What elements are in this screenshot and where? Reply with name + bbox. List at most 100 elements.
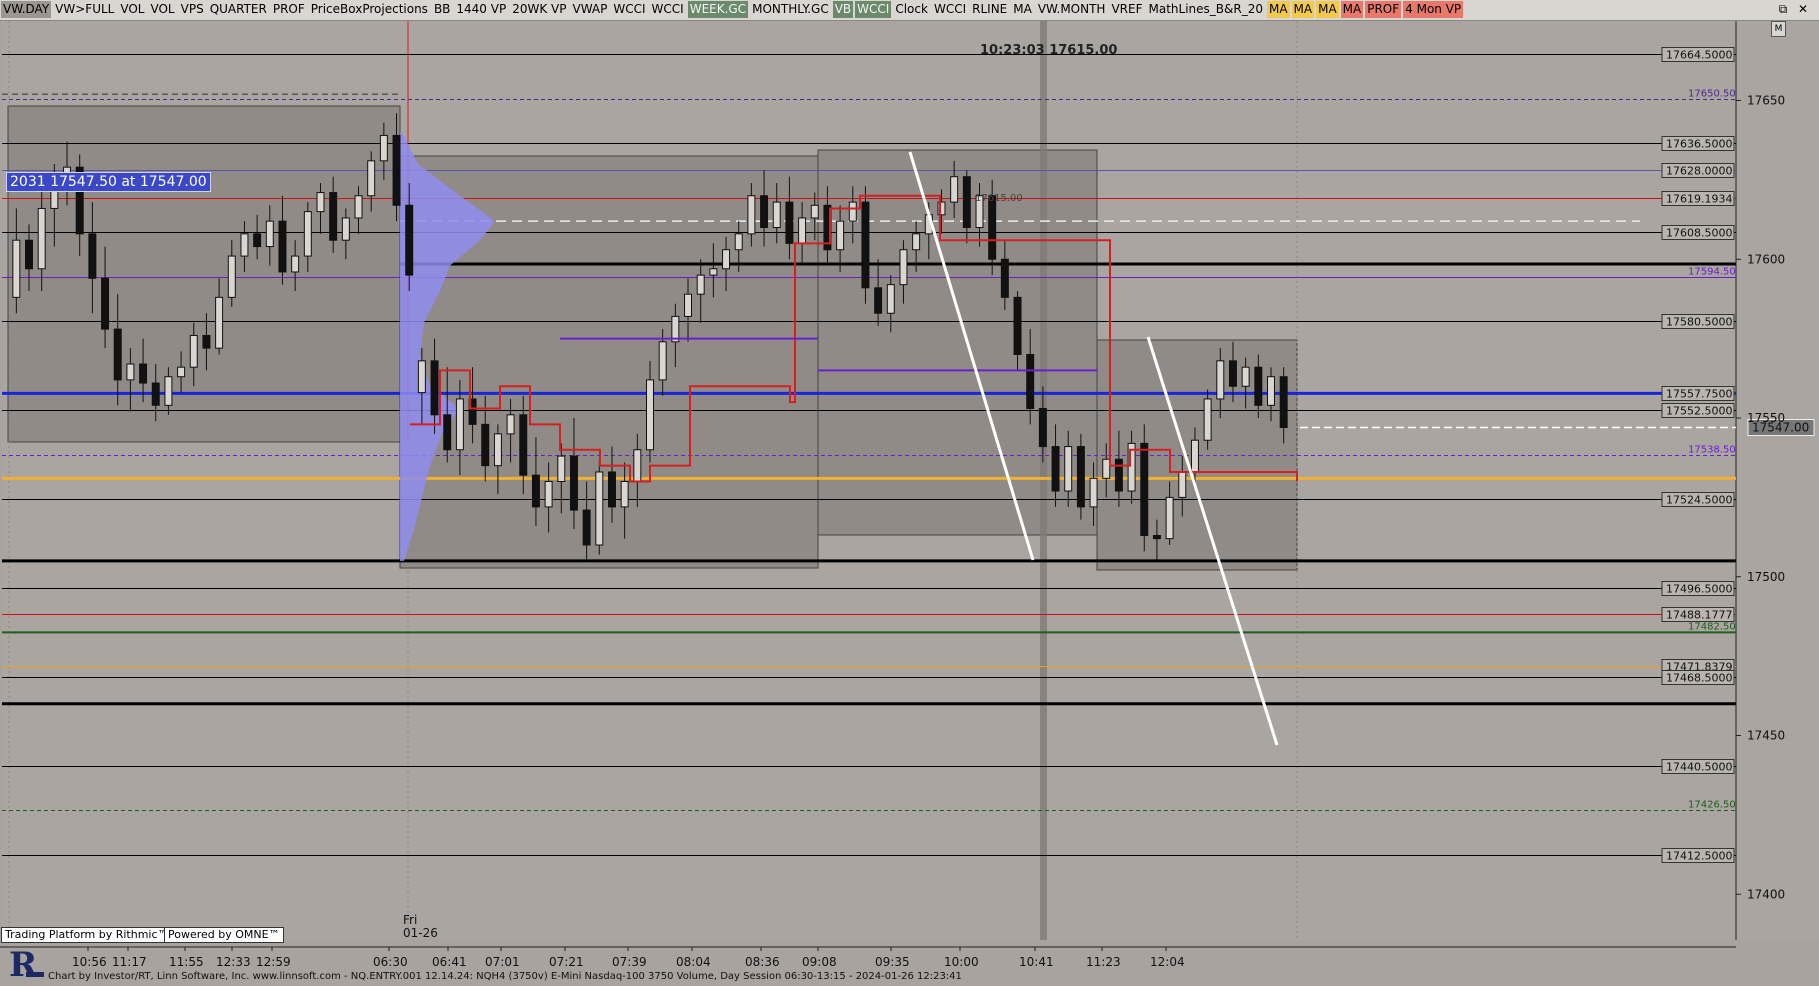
toolbar-button-14[interactable]: WEEK.GC xyxy=(687,1,749,18)
candle-body-69 xyxy=(886,284,895,314)
candle-body-49 xyxy=(633,449,642,482)
toolbar-button-24[interactable]: MathLines_B&R_20 xyxy=(1146,1,1264,18)
toolbar-button-30[interactable]: 4 Mon VP xyxy=(1403,1,1464,18)
candle-body-14 xyxy=(189,334,198,368)
x-tick-label-3: 12:33 xyxy=(216,955,251,969)
level-label-19: 17412.5000 xyxy=(1666,850,1732,863)
candle-body-26 xyxy=(341,217,350,241)
window-buttons: ⧉ ✕ xyxy=(1773,1,1813,18)
candle-body-89 xyxy=(1140,442,1149,536)
candle-body-42 xyxy=(544,481,553,508)
level-label-14: 17482.50 xyxy=(1688,622,1736,633)
candle-body-0 xyxy=(12,239,21,298)
x-tick-label-17: 12:04 xyxy=(1150,955,1185,969)
candle-body-85 xyxy=(1089,477,1098,508)
level-label-5: 17608.5000 xyxy=(1666,227,1732,240)
toolbar-button-4[interactable]: VPS xyxy=(179,1,206,18)
toolbar-button-11[interactable]: VWAP xyxy=(570,1,609,18)
toolbar-button-22[interactable]: VW.MONTH xyxy=(1036,1,1108,18)
restore-icon[interactable]: ⧉ xyxy=(1773,1,1793,18)
toolbar-button-10[interactable]: 20WK VP xyxy=(510,1,568,18)
session-date: 01-26 xyxy=(403,926,438,940)
candle-body-15 xyxy=(202,334,211,349)
price-chart[interactable]: 17615.00 17547.0017650176001755017500174… xyxy=(0,0,1819,985)
toolbar-button-25[interactable]: MA xyxy=(1266,1,1290,18)
toolbar-button-13[interactable]: WCCI xyxy=(650,1,686,18)
candle-body-21 xyxy=(278,220,287,273)
toolbar-button-15[interactable]: MONTHLY.GC xyxy=(750,1,831,18)
toolbar-button-29[interactable]: PROF xyxy=(1365,1,1402,18)
x-tick-label-14: 10:00 xyxy=(944,955,979,969)
toolbar-button-16[interactable]: VB xyxy=(832,1,854,18)
candle-body-16 xyxy=(215,296,224,349)
candle-89 xyxy=(1140,424,1149,552)
x-tick-label-16: 11:23 xyxy=(1086,955,1121,969)
candle-body-12 xyxy=(164,376,173,406)
m-button[interactable]: M xyxy=(1771,21,1786,37)
candle-body-7 xyxy=(101,277,110,330)
toolbar-button-23[interactable]: VREF xyxy=(1109,1,1144,18)
candle-body-66 xyxy=(848,201,857,222)
toolbar-button-18[interactable]: Clock xyxy=(893,1,930,18)
trade-price-tag: 2031 17547.50 at 17547.00 xyxy=(6,172,211,192)
toolbar-button-27[interactable]: MA xyxy=(1316,1,1339,18)
candle-body-45 xyxy=(582,509,591,546)
toolbar-button-12[interactable]: WCCI xyxy=(611,1,647,18)
candle-body-70 xyxy=(899,249,908,286)
level-label-9: 17552.5000 xyxy=(1666,405,1732,418)
candle-body-91 xyxy=(1165,496,1174,540)
toolbar-button-28[interactable]: MA xyxy=(1340,1,1364,18)
omne-badge[interactable]: Powered by OMNE™ xyxy=(164,927,284,943)
candle-body-99 xyxy=(1267,376,1275,406)
close-icon[interactable]: ✕ xyxy=(1793,1,1813,18)
candle-body-44 xyxy=(569,455,578,511)
candle-body-54 xyxy=(696,274,705,295)
toolbar-button-9[interactable]: 1440 VP xyxy=(454,1,508,18)
toolbar-button-6[interactable]: PROF xyxy=(271,1,307,18)
toolbar-button-21[interactable]: MA xyxy=(1011,1,1034,18)
candle-body-63 xyxy=(810,204,819,219)
candle-body-94 xyxy=(1203,398,1212,441)
toolbar-button-8[interactable]: BB xyxy=(432,1,452,18)
toolbar-button-17[interactable]: WCCI xyxy=(855,1,892,18)
rithmic-badge[interactable]: Trading Platform by Rithmic™ xyxy=(1,927,173,943)
level-label-12: 17496.5000 xyxy=(1666,583,1732,596)
candle-body-39 xyxy=(506,414,515,435)
chart-footer: Chart by Investor/RT, Linn Software, Inc… xyxy=(48,971,962,982)
level-label-11: 17524.5000 xyxy=(1666,494,1732,507)
toolbar-button-3[interactable]: VOL xyxy=(148,1,176,18)
toolbar-button-1[interactable]: VW>FULL xyxy=(53,1,116,18)
mid-price-label: 17615.00 xyxy=(975,193,1023,204)
candle-body-41 xyxy=(531,474,540,508)
toolbar-button-19[interactable]: WCCI xyxy=(932,1,968,18)
toolbar-button-26[interactable]: MA xyxy=(1291,1,1315,18)
y-tick-label-4: 17450 xyxy=(1747,729,1785,743)
candle-body-84 xyxy=(1076,446,1085,508)
candle-body-43 xyxy=(557,455,566,483)
toolbar-button-2[interactable]: VOL xyxy=(118,1,146,18)
candle-body-57 xyxy=(734,233,743,251)
candle-body-58 xyxy=(747,195,756,235)
candle-body-92 xyxy=(1178,471,1187,498)
candle-body-24 xyxy=(316,192,325,213)
level-label-6: 17594.50 xyxy=(1688,267,1736,278)
toolbar-button-5[interactable]: QUARTER xyxy=(208,1,269,18)
candle-body-50 xyxy=(646,379,654,451)
candle-body-31 xyxy=(405,204,414,276)
session-date-label: Fri 01-26 xyxy=(403,914,438,940)
toolbar-button-20[interactable]: RLINE xyxy=(970,1,1009,18)
candle-body-81 xyxy=(1038,407,1047,448)
x-tick-label-10: 08:04 xyxy=(676,955,711,969)
candle-body-6 xyxy=(88,233,97,279)
candle-body-20 xyxy=(265,220,274,248)
candle-body-37 xyxy=(481,423,490,467)
x-tick-label-6: 06:41 xyxy=(432,955,467,969)
candle-94 xyxy=(1203,389,1212,450)
x-tick-label-8: 07:21 xyxy=(549,955,584,969)
candle-body-17 xyxy=(227,255,236,298)
toolbar-button-7[interactable]: PriceBoxProjections xyxy=(309,1,430,18)
toolbar-button-0[interactable]: VW.DAY xyxy=(1,1,52,18)
indicator-toolbar: VW.DAY VW>FULL VOL VOL VPS QUARTER PROF PriceBo… xyxy=(0,0,1819,21)
x-tick-label-0: 10:56 xyxy=(72,955,107,969)
candle-body-93 xyxy=(1190,439,1199,473)
